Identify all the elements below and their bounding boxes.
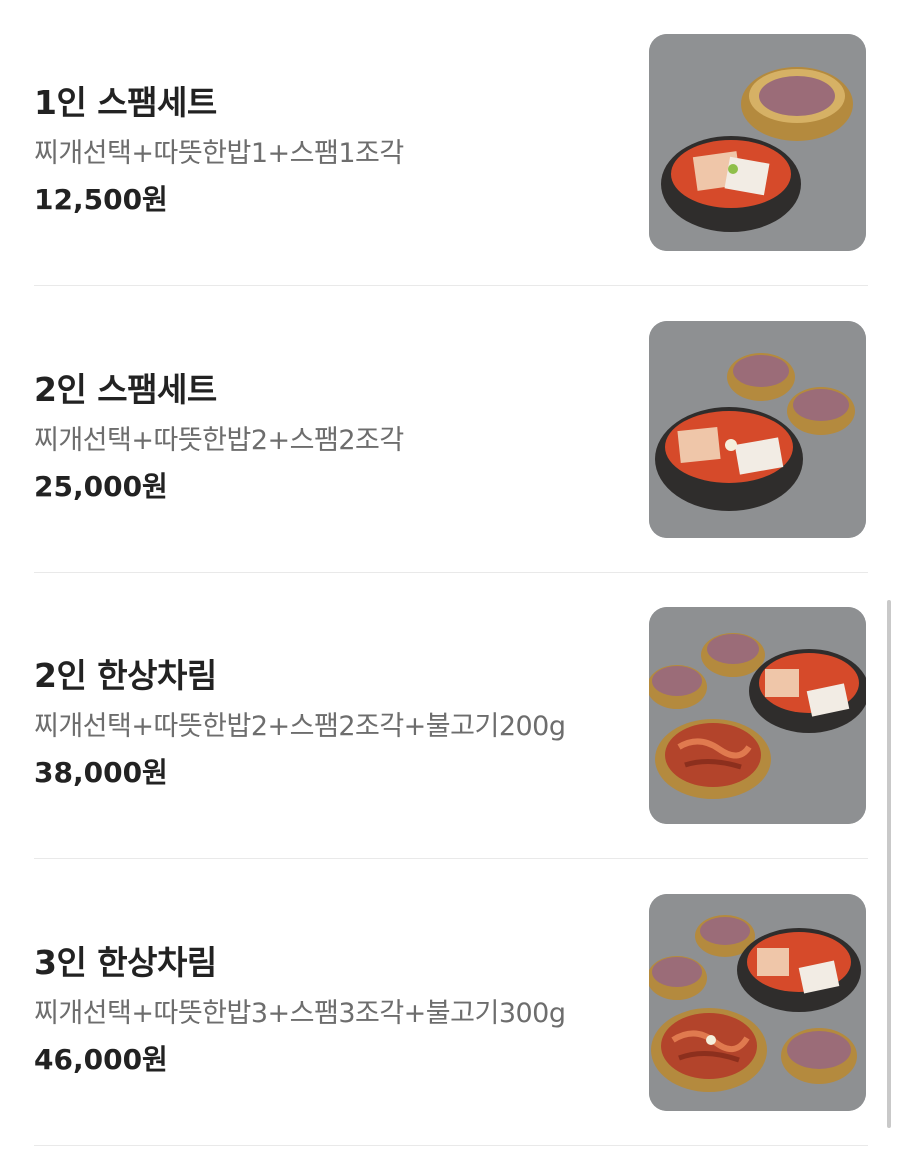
menu-item-photo[interactable]	[649, 34, 866, 251]
full-table-2-photo-icon	[649, 607, 866, 824]
menu-item-description: 찌개선택+따뜻한밥3+스팸3조각+불고기300g	[34, 998, 566, 1029]
menu-item-price: 46,000원	[34, 1043, 168, 1076]
menu-item-price: 12,500원	[34, 183, 168, 216]
menu-item-price: 38,000원	[34, 756, 168, 789]
menu-item-divider	[34, 572, 868, 573]
menu-item-description: 찌개선택+따뜻한밥1+스팸1조각	[34, 138, 404, 169]
menu-item-divider	[34, 858, 868, 859]
spam-stew-set-2-photo-icon	[649, 321, 866, 538]
menu-item-3-person-full-table[interactable]: 3인 한상차림 찌개선택+따뜻한밥3+스팸3조각+불고기300g 46,000원	[34, 894, 868, 1146]
menu-item-photo[interactable]	[649, 607, 866, 824]
menu-item-1-person-spam-set[interactable]: 1인 스팸세트 찌개선택+따뜻한밥1+스팸1조각 12,500원	[34, 34, 868, 286]
menu-item-divider	[34, 1145, 868, 1146]
menu-item-name: 2인 한상차림	[34, 656, 217, 695]
menu-item-description: 찌개선택+따뜻한밥2+스팸2조각	[34, 425, 404, 456]
menu-item-name: 2인 스팸세트	[34, 370, 217, 409]
menu-item-name: 1인 스팸세트	[34, 83, 217, 122]
menu-item-2-person-spam-set[interactable]: 2인 스팸세트 찌개선택+따뜻한밥2+스팸2조각 25,000원	[34, 321, 868, 573]
menu-item-description: 찌개선택+따뜻한밥2+스팸2조각+불고기200g	[34, 711, 566, 742]
menu-list: 1인 스팸세트 찌개선택+따뜻한밥1+스팸1조각 12,500원 2인 스팸세트…	[0, 0, 900, 1174]
spam-stew-set-1-photo-icon	[649, 34, 866, 251]
menu-item-divider	[34, 285, 868, 286]
menu-item-2-person-full-table[interactable]: 2인 한상차림 찌개선택+따뜻한밥2+스팸2조각+불고기200g 38,000원	[34, 607, 868, 859]
menu-item-price: 25,000원	[34, 470, 168, 503]
full-table-3-photo-icon	[649, 894, 866, 1111]
menu-item-photo[interactable]	[649, 894, 866, 1111]
vertical-scrollbar[interactable]	[887, 600, 891, 1128]
menu-item-photo[interactable]	[649, 321, 866, 538]
menu-item-name: 3인 한상차림	[34, 943, 217, 982]
